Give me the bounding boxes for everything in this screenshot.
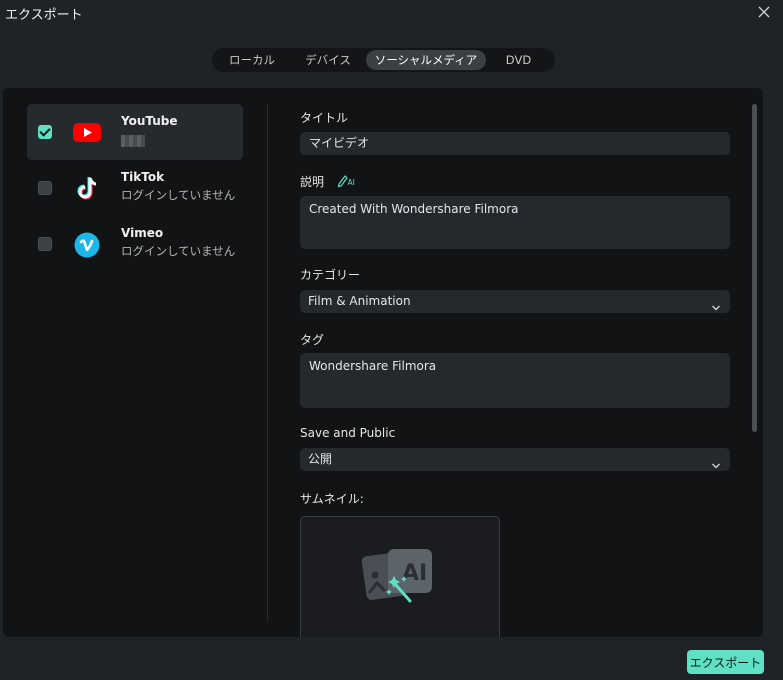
account-name: YouTube [121,114,178,128]
tag-input[interactable]: Wondershare Filmora [300,353,730,408]
title-label: タイトル [300,111,349,125]
window-title: エクスポート [5,8,83,23]
account-checkbox[interactable] [38,125,52,139]
svg-text:AI: AI [402,561,427,586]
title-input[interactable]: マイビデオ [300,132,730,155]
account-checkbox[interactable] [38,237,52,251]
category-label: カテゴリー [300,268,361,282]
export-tabs: ローカル デバイス ソーシャルメディア DVD [212,48,555,72]
youtube-icon [72,119,102,145]
tab-local[interactable]: ローカル [214,50,290,70]
tab-dvd[interactable]: DVD [486,50,551,70]
tag-label: タグ [300,333,325,347]
tiktok-icon [72,175,102,201]
chevron-down-icon [711,297,721,311]
privacy-select[interactable]: 公開 [300,448,730,471]
description-label: 説明 [300,175,325,189]
account-youtube[interactable]: YouTube [27,104,243,160]
tab-device[interactable]: デバイス [290,50,366,70]
ai-thumbnail-icon: AI [361,545,437,607]
export-panel: YouTube TikTok ログインしていません Vimeo ログインしていま… [3,88,763,637]
description-textarea[interactable]: Created With Wondershare Filmora [300,196,730,249]
account-name: TikTok [121,170,165,184]
category-select[interactable]: Film & Animation [300,290,730,313]
account-tiktok[interactable]: TikTok ログインしていません [27,160,243,216]
scrollbar[interactable] [752,104,757,432]
ai-pen-icon[interactable]: AI [337,172,357,188]
account-username-masked [121,135,145,147]
export-button[interactable]: エクスポート [687,650,764,674]
privacy-label: Save and Public [300,426,396,440]
account-checkbox[interactable] [38,181,52,195]
close-icon[interactable] [756,4,772,20]
divider [267,104,268,621]
vimeo-icon [72,231,102,258]
chevron-down-icon [711,455,721,469]
svg-text:AI: AI [348,178,355,187]
account-status: ログインしていません [121,188,236,202]
thumbnail-picker[interactable]: AI [300,516,500,637]
account-status: ログインしていません [121,244,236,258]
account-vimeo[interactable]: Vimeo ログインしていません [27,216,243,272]
tab-social-media[interactable]: ソーシャルメディア [366,50,486,70]
thumbnail-label: サムネイル: [300,492,364,506]
category-value: Film & Animation [308,294,411,308]
title-bar: エクスポート [0,0,783,26]
account-name: Vimeo [121,226,164,240]
privacy-value: 公開 [308,452,333,466]
